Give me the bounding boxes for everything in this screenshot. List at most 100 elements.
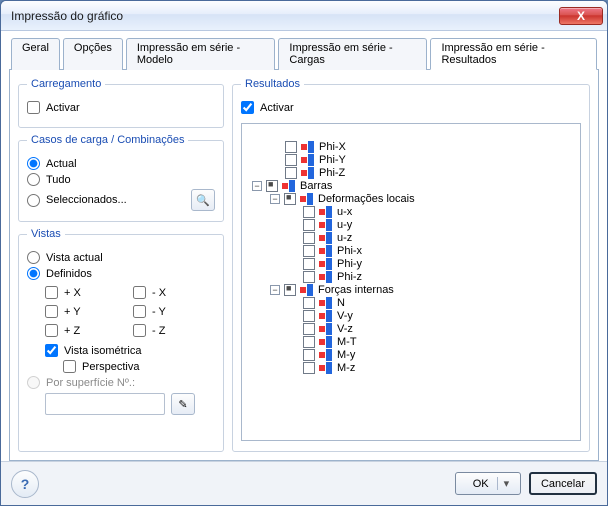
case-all-radio[interactable] — [27, 173, 40, 186]
cancel-button[interactable]: Cancelar — [529, 472, 597, 495]
tree-label: Phi-Y — [319, 154, 346, 166]
by-surface-radio[interactable] — [27, 376, 40, 389]
result-icon — [301, 154, 315, 166]
tree-node-vy[interactable]: V-y — [288, 310, 574, 322]
dir-px-label: + X — [64, 287, 81, 299]
tab-opcoes[interactable]: Opções — [63, 38, 123, 70]
results-tree[interactable]: Phi-X Phi-Y Phi-Z − Barras − — [242, 124, 580, 440]
dir-py-row[interactable]: + Y — [45, 305, 127, 318]
tree-label: u-y — [337, 219, 352, 231]
tree-label: Forças internas — [318, 284, 394, 296]
case-selected-radio[interactable] — [27, 194, 40, 207]
collapse-icon[interactable]: − — [252, 181, 262, 191]
ok-label: OK — [473, 478, 489, 490]
case-selected-row[interactable]: Seleccionados... — [27, 194, 185, 207]
help-icon: ? — [21, 476, 30, 492]
surface-number-input[interactable] — [45, 393, 165, 415]
by-surface-row[interactable]: Por superfície Nº.: — [27, 376, 215, 389]
tree-label: Phi-y — [337, 258, 362, 270]
tree-node-phiy-l[interactable]: Phi-y — [288, 258, 574, 270]
tree-node-def-local[interactable]: − Deformações locais — [270, 193, 574, 205]
tree-node-n[interactable]: N — [288, 297, 574, 309]
collapse-icon[interactable]: − — [270, 285, 280, 295]
group-results: Resultados Activar Phi-X Phi-Y — [232, 78, 590, 452]
dir-px-row[interactable]: + X — [45, 286, 127, 299]
dir-ny-row[interactable]: - Y — [133, 305, 215, 318]
iso-row[interactable]: Vista isométrica — [27, 344, 215, 357]
tree-label: Phi-Z — [319, 167, 345, 179]
help-button[interactable]: ? — [11, 470, 39, 498]
result-icon — [319, 336, 333, 348]
tree-node-phix[interactable]: Phi-X — [270, 141, 574, 153]
result-icon — [319, 219, 333, 231]
tree-label: Barras — [300, 180, 332, 192]
result-icon — [319, 297, 333, 309]
group-views-legend: Vistas — [27, 228, 65, 240]
tree-node-my[interactable]: M-y — [288, 349, 574, 361]
view-defined-row[interactable]: Definidos — [27, 267, 215, 280]
tab-geral[interactable]: Geral — [11, 38, 60, 70]
collapse-icon[interactable]: − — [270, 194, 280, 204]
iso-checkbox[interactable] — [45, 344, 58, 357]
tree-node-uz[interactable]: u-z — [288, 232, 574, 244]
result-icon — [319, 310, 333, 322]
dir-pz-checkbox[interactable] — [45, 324, 58, 337]
tab-serie-modelo[interactable]: Impressão em série - Modelo — [126, 38, 276, 70]
tree-node-vz[interactable]: V-z — [288, 323, 574, 335]
tree-node-phix-l[interactable]: Phi-x — [288, 245, 574, 257]
view-current-radio[interactable] — [27, 251, 40, 264]
tab-serie-resultados[interactable]: Impressão em série - Resultados — [430, 38, 597, 70]
perspective-row[interactable]: Perspectiva — [27, 360, 215, 373]
tree-node-phiz-l[interactable]: Phi-z — [288, 271, 574, 283]
chevron-down-icon[interactable]: ▾ — [497, 477, 510, 490]
group-results-legend: Resultados — [241, 78, 304, 90]
dir-pz-row[interactable]: + Z — [45, 324, 127, 337]
dir-ny-checkbox[interactable] — [133, 305, 146, 318]
dir-nx-checkbox[interactable] — [133, 286, 146, 299]
tree-node-ux[interactable]: u-x — [288, 206, 574, 218]
dir-px-checkbox[interactable] — [45, 286, 58, 299]
tree-node-phiz[interactable]: Phi-Z — [270, 167, 574, 179]
dir-py-checkbox[interactable] — [45, 305, 58, 318]
case-all-row[interactable]: Tudo — [27, 173, 215, 186]
tree-node-forces[interactable]: − Forças internas — [270, 284, 574, 296]
perspective-label: Perspectiva — [82, 361, 139, 373]
ok-button[interactable]: OK ▾ — [455, 472, 521, 495]
dir-py-label: + Y — [64, 306, 81, 318]
case-actual-row[interactable]: Actual — [27, 157, 215, 170]
group-views: Vistas Vista actual Definidos + X - X + … — [18, 228, 224, 452]
tree-node-phiy[interactable]: Phi-Y — [270, 154, 574, 166]
iso-label: Vista isométrica — [64, 345, 141, 357]
result-icon — [319, 206, 333, 218]
tree-label: M-z — [337, 362, 355, 374]
tab-serie-cargas[interactable]: Impressão em série - Cargas — [278, 38, 427, 70]
result-icon — [319, 349, 333, 361]
tree-label: Deformações locais — [318, 193, 415, 205]
perspective-checkbox[interactable] — [63, 360, 76, 373]
activate-left-row[interactable]: Activar — [27, 101, 215, 114]
tree-node-mt[interactable]: M-T — [288, 336, 574, 348]
dir-nz-checkbox[interactable] — [133, 324, 146, 337]
case-selected-label: Seleccionados... — [46, 194, 127, 206]
case-selected-browse-button[interactable]: 🔍 — [191, 189, 215, 211]
activate-right-checkbox[interactable] — [241, 101, 254, 114]
group-cases: Casos de carga / Combinações Actual Tudo… — [18, 134, 224, 222]
case-actual-radio[interactable] — [27, 157, 40, 170]
tree-node-mz[interactable]: M-z — [288, 362, 574, 374]
close-button[interactable]: X — [559, 7, 603, 25]
activate-left-checkbox[interactable] — [27, 101, 40, 114]
dir-nx-row[interactable]: - X — [133, 286, 215, 299]
view-current-row[interactable]: Vista actual — [27, 251, 215, 264]
case-all-label: Tudo — [46, 174, 71, 186]
group-loading: Carregamento Activar — [18, 78, 224, 128]
tree-label: u-x — [337, 206, 352, 218]
view-defined-radio[interactable] — [27, 267, 40, 280]
surface-pick-button[interactable]: ✎ — [171, 393, 195, 415]
window-title: Impressão do gráfico — [11, 9, 123, 23]
tree-label: Phi-z — [337, 271, 362, 283]
dir-nz-row[interactable]: - Z — [133, 324, 215, 337]
activate-right-row[interactable]: Activar — [241, 101, 581, 114]
tree-node-uy[interactable]: u-y — [288, 219, 574, 231]
result-icon — [301, 167, 315, 179]
tree-node-barras[interactable]: − Barras — [252, 180, 574, 192]
